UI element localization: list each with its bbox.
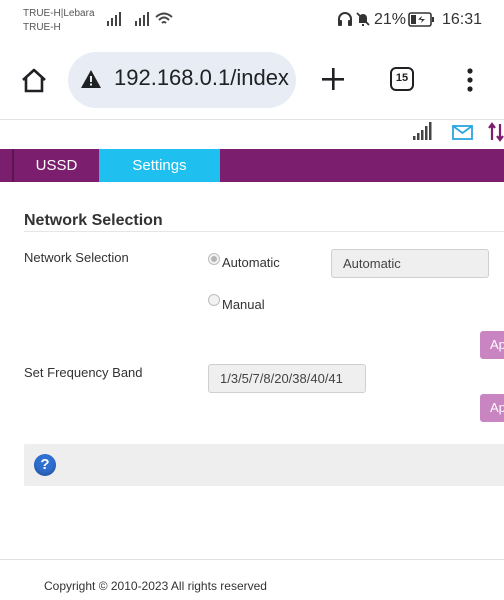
tab-ussd[interactable]: USSD — [14, 149, 99, 182]
help-icon[interactable]: ? — [34, 454, 56, 476]
carrier-name-2: TRUE-H — [23, 22, 61, 33]
section-divider — [24, 231, 504, 232]
copyright-text: Copyright © 2010-2023 All rights reserve… — [44, 579, 267, 593]
tab-settings[interactable]: Settings — [99, 149, 220, 182]
signal-strength-icon — [413, 122, 432, 140]
radio-automatic-label: Automatic — [222, 255, 280, 270]
warning-icon[interactable] — [80, 69, 102, 89]
mail-icon[interactable] — [452, 125, 474, 140]
radio-manual[interactable] — [208, 294, 220, 306]
clock: 16:31 — [442, 11, 483, 28]
apply-button[interactable]: Ap — [480, 331, 504, 359]
mute-icon — [356, 12, 370, 26]
wifi-icon — [155, 12, 173, 24]
signal-icon — [107, 12, 121, 26]
signal-icon — [135, 12, 149, 26]
home-icon[interactable] — [20, 67, 48, 93]
menu-bar: USSD Settings — [0, 149, 504, 182]
status-bar: TRUE-H|Lebara TRUE-H 21% 16:31 — [0, 0, 504, 40]
help-panel: ? — [24, 444, 504, 486]
data-transfer-icon — [488, 122, 504, 142]
new-tab-icon[interactable] — [321, 67, 345, 91]
more-icon[interactable] — [466, 67, 474, 93]
footer-divider — [0, 559, 504, 560]
headphones-icon — [338, 12, 352, 26]
radio-automatic[interactable] — [208, 253, 220, 265]
tabs-icon[interactable]: 15 — [390, 67, 414, 91]
network-mode-select[interactable]: Automatic — [331, 249, 489, 278]
section-title: Network Selection — [24, 212, 163, 229]
url-text: 192.168.0.1/index — [114, 65, 289, 90]
apply-button[interactable]: Ap — [480, 394, 504, 422]
frequency-band-label: Set Frequency Band — [24, 365, 143, 380]
address-bar[interactable]: 192.168.0.1/index — [68, 52, 296, 108]
battery-percent: 21% — [374, 11, 407, 28]
carrier-name-1: TRUE-H|Lebara — [23, 8, 95, 19]
divider — [0, 119, 504, 120]
battery-icon — [408, 12, 434, 27]
browser-toolbar: 192.168.0.1/index 15 — [0, 40, 504, 120]
radio-manual-label: Manual — [222, 297, 265, 312]
network-selection-label: Network Selection — [24, 250, 129, 265]
frequency-band-field[interactable]: 1/3/5/7/8/20/38/40/41 — [208, 364, 366, 393]
